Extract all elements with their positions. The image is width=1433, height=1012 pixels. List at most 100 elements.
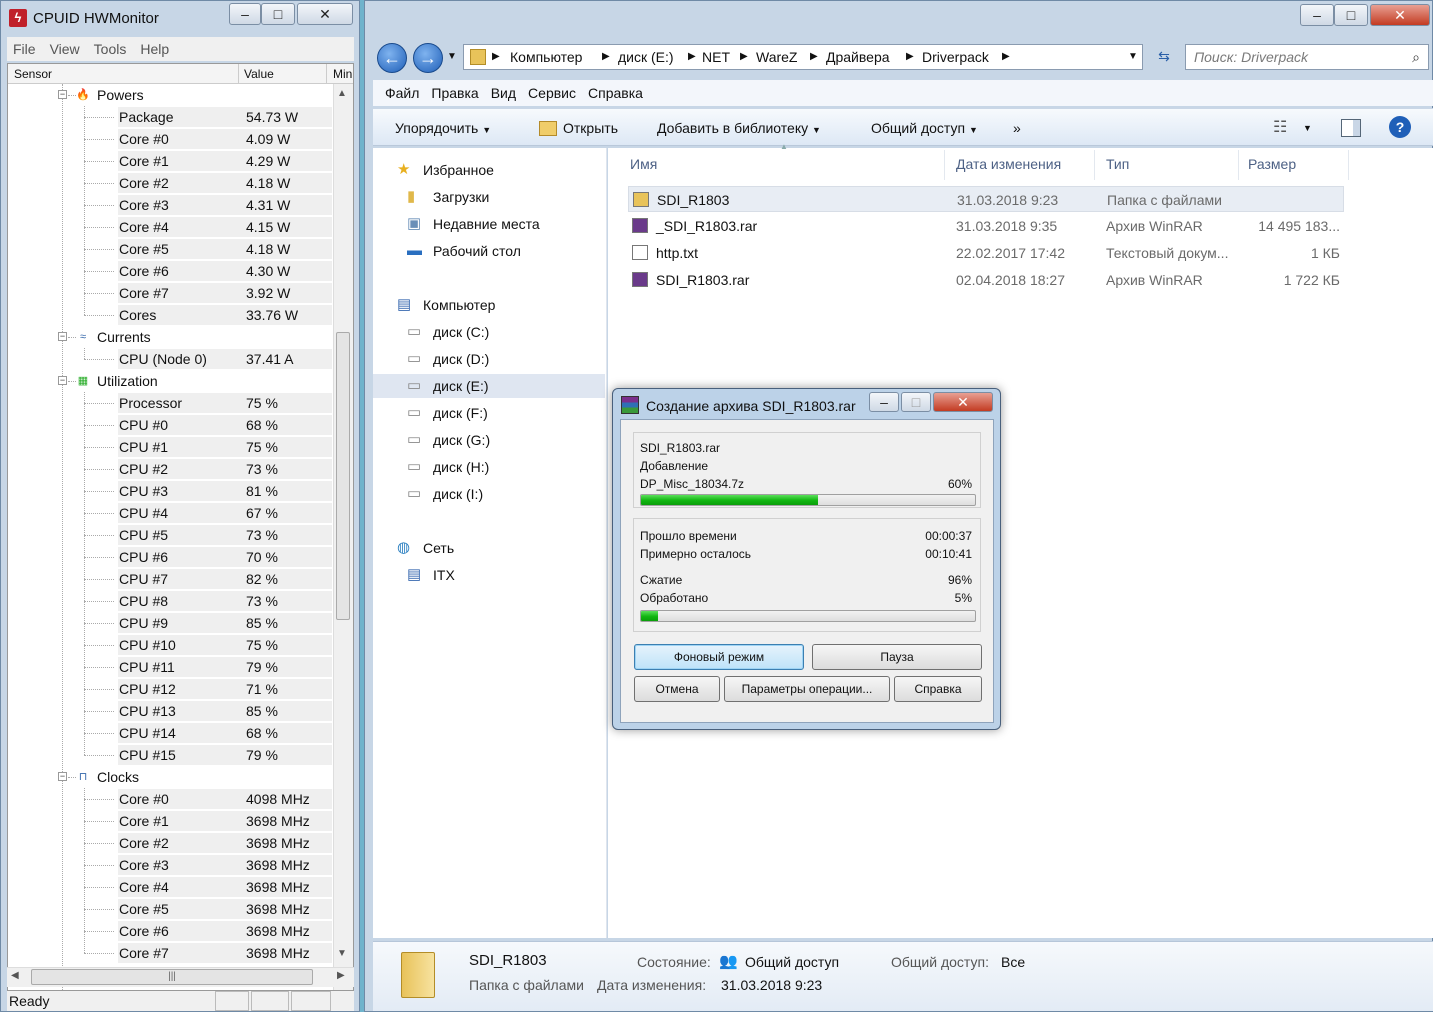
- preview-pane-icon[interactable]: [1341, 119, 1361, 137]
- column-size[interactable]: Размер: [1248, 156, 1296, 172]
- close-button[interactable]: ✕: [1370, 4, 1430, 26]
- background-mode-button[interactable]: Фоновый режим: [634, 644, 804, 670]
- open-button[interactable]: Открыть: [563, 120, 618, 136]
- breadcrumb-item[interactable]: Драйвера: [826, 45, 890, 69]
- sensor-row[interactable]: Core #3 4.31 W: [8, 194, 332, 216]
- view-options-icon[interactable]: ☷: [1273, 117, 1287, 137]
- menu-service[interactable]: Сервис: [528, 85, 576, 101]
- sensor-row[interactable]: CPU #8 73 %: [8, 590, 332, 612]
- breadcrumb-item[interactable]: Driverpack: [922, 45, 989, 69]
- sensor-row[interactable]: Core #5 4.18 W: [8, 238, 332, 260]
- sensor-row[interactable]: Core #1 4.29 W: [8, 150, 332, 172]
- sensor-group[interactable]: − ⊓ Clocks: [8, 766, 332, 788]
- sensor-row[interactable]: Core #7 3698 MHz: [8, 942, 332, 964]
- menu-view[interactable]: Вид: [491, 85, 516, 101]
- menu-view[interactable]: View: [50, 41, 80, 57]
- address-dropdown-icon[interactable]: ▼: [1128, 45, 1138, 69]
- refresh-icon[interactable]: ⇆: [1151, 48, 1177, 68]
- sensor-row[interactable]: Core #3 3698 MHz: [8, 854, 332, 876]
- menu-file[interactable]: File: [13, 41, 36, 57]
- sensor-row[interactable]: Core #6 3698 MHz: [8, 920, 332, 942]
- sensor-tree[interactable]: Sensor Value Min − 🔥 Powers Package 54.73 WC…: [7, 63, 354, 991]
- sensor-row[interactable]: Core #4 3698 MHz: [8, 876, 332, 898]
- nav-section[interactable]: ▤ Компьютер: [373, 293, 605, 317]
- sensor-row[interactable]: CPU #11 79 %: [8, 656, 332, 678]
- sensor-row[interactable]: CPU #7 82 %: [8, 568, 332, 590]
- sensor-row[interactable]: Core #6 4.30 W: [8, 260, 332, 282]
- pause-button[interactable]: Пауза: [812, 644, 982, 670]
- nav-item[interactable]: ▭ диск (D:): [373, 347, 605, 371]
- address-bar[interactable]: ▶ Компьютер ▶ диск (E:) ▶ NET ▶ WareZ ▶ …: [463, 44, 1143, 70]
- sensor-row[interactable]: CPU #15 79 %: [8, 744, 332, 766]
- sensor-group[interactable]: − 🔥 Powers: [8, 84, 332, 106]
- sensor-row[interactable]: CPU #1 75 %: [8, 436, 332, 458]
- horizontal-scrollbar-thumb[interactable]: |||: [31, 969, 313, 985]
- column-name[interactable]: Имя: [630, 156, 657, 172]
- nav-item[interactable]: ▣ Недавние места: [373, 212, 605, 236]
- more-commands-button[interactable]: »: [1013, 120, 1021, 136]
- search-icon[interactable]: ⌕: [1412, 45, 1420, 69]
- sensor-row[interactable]: CPU #6 70 %: [8, 546, 332, 568]
- minimize-button[interactable]: –: [229, 3, 261, 25]
- breadcrumb-item[interactable]: NET: [702, 45, 730, 69]
- sensor-row[interactable]: Cores 33.76 W: [8, 304, 332, 326]
- add-to-library-button[interactable]: Добавить в библиотеку ▼: [657, 120, 821, 136]
- nav-section[interactable]: ◍ Сеть: [373, 536, 605, 560]
- file-row[interactable]: http.txt 22.02.2017 17:42 Текстовый докум.…: [628, 240, 1344, 266]
- column-sensor[interactable]: Sensor: [14, 67, 52, 81]
- maximize-button[interactable]: □: [1334, 4, 1368, 26]
- scrollbar-thumb[interactable]: [336, 332, 350, 620]
- collapse-icon[interactable]: −: [58, 332, 67, 341]
- scroll-down-arrow-icon[interactable]: ▼: [337, 948, 347, 959]
- column-date[interactable]: Дата изменения: [956, 156, 1061, 172]
- menu-help[interactable]: Справка: [588, 85, 643, 101]
- sensor-row[interactable]: CPU #13 85 %: [8, 700, 332, 722]
- nav-section[interactable]: ★ Избранное: [373, 158, 605, 182]
- sensor-row[interactable]: Core #0 4.09 W: [8, 128, 332, 150]
- sensor-row[interactable]: CPU #9 85 %: [8, 612, 332, 634]
- minimize-button[interactable]: –: [1300, 4, 1334, 26]
- sensor-row[interactable]: Core #0 4098 MHz: [8, 788, 332, 810]
- forward-arrow-icon[interactable]: →: [413, 43, 443, 73]
- sensor-row[interactable]: CPU #10 75 %: [8, 634, 332, 656]
- back-arrow-icon[interactable]: ←: [377, 43, 407, 73]
- column-type[interactable]: Тип: [1106, 156, 1129, 172]
- sensor-row[interactable]: CPU #3 81 %: [8, 480, 332, 502]
- search-input[interactable]: Поиск: Driverpack ⌕: [1185, 44, 1429, 70]
- sensor-row[interactable]: Core #2 4.18 W: [8, 172, 332, 194]
- collapse-icon[interactable]: −: [58, 376, 67, 385]
- nav-item[interactable]: ▭ диск (G:): [373, 428, 605, 452]
- collapse-icon[interactable]: −: [58, 772, 67, 781]
- close-button[interactable]: ✕: [297, 3, 353, 25]
- close-button[interactable]: ✕: [933, 392, 993, 412]
- cancel-button[interactable]: Отмена: [634, 676, 720, 702]
- scroll-left-arrow-icon[interactable]: ◀: [11, 970, 19, 981]
- minimize-button[interactable]: –: [869, 392, 899, 412]
- sensor-group[interactable]: − ▦ Utilization: [8, 370, 332, 392]
- sensor-row[interactable]: CPU #5 73 %: [8, 524, 332, 546]
- menu-tools[interactable]: Tools: [94, 41, 127, 57]
- sensor-row[interactable]: CPU #2 73 %: [8, 458, 332, 480]
- nav-item[interactable]: ▬ Рабочий стол: [373, 239, 605, 263]
- column-value[interactable]: Value: [244, 67, 274, 81]
- nav-item[interactable]: ▭ диск (I:): [373, 482, 605, 506]
- sensor-row[interactable]: Core #2 3698 MHz: [8, 832, 332, 854]
- nav-item[interactable]: ▭ диск (E:): [373, 374, 605, 398]
- history-dropdown-icon[interactable]: ▼: [447, 51, 457, 62]
- breadcrumb-item[interactable]: WareZ: [756, 45, 797, 69]
- sensor-row[interactable]: Core #5 3698 MHz: [8, 898, 332, 920]
- file-row[interactable]: _SDI_R1803.rar 31.03.2018 9:35 Архив WinRA…: [628, 213, 1344, 239]
- sensor-row[interactable]: Core #7 3.92 W: [8, 282, 332, 304]
- sensor-row[interactable]: CPU #12 71 %: [8, 678, 332, 700]
- sensor-row[interactable]: Core #1 3698 MHz: [8, 810, 332, 832]
- operation-params-button[interactable]: Параметры операции...: [724, 676, 890, 702]
- organize-button[interactable]: Упорядочить ▼: [395, 120, 491, 136]
- menu-help[interactable]: Help: [140, 41, 169, 57]
- sensor-row[interactable]: CPU #0 68 %: [8, 414, 332, 436]
- nav-item[interactable]: ▭ диск (H:): [373, 455, 605, 479]
- sensor-group[interactable]: − ≈ Currents: [8, 326, 332, 348]
- breadcrumb-item[interactable]: диск (E:): [618, 45, 674, 69]
- sensor-row[interactable]: Core #4 4.15 W: [8, 216, 332, 238]
- help-button[interactable]: Справка: [894, 676, 982, 702]
- scroll-up-arrow-icon[interactable]: ▲: [337, 88, 347, 99]
